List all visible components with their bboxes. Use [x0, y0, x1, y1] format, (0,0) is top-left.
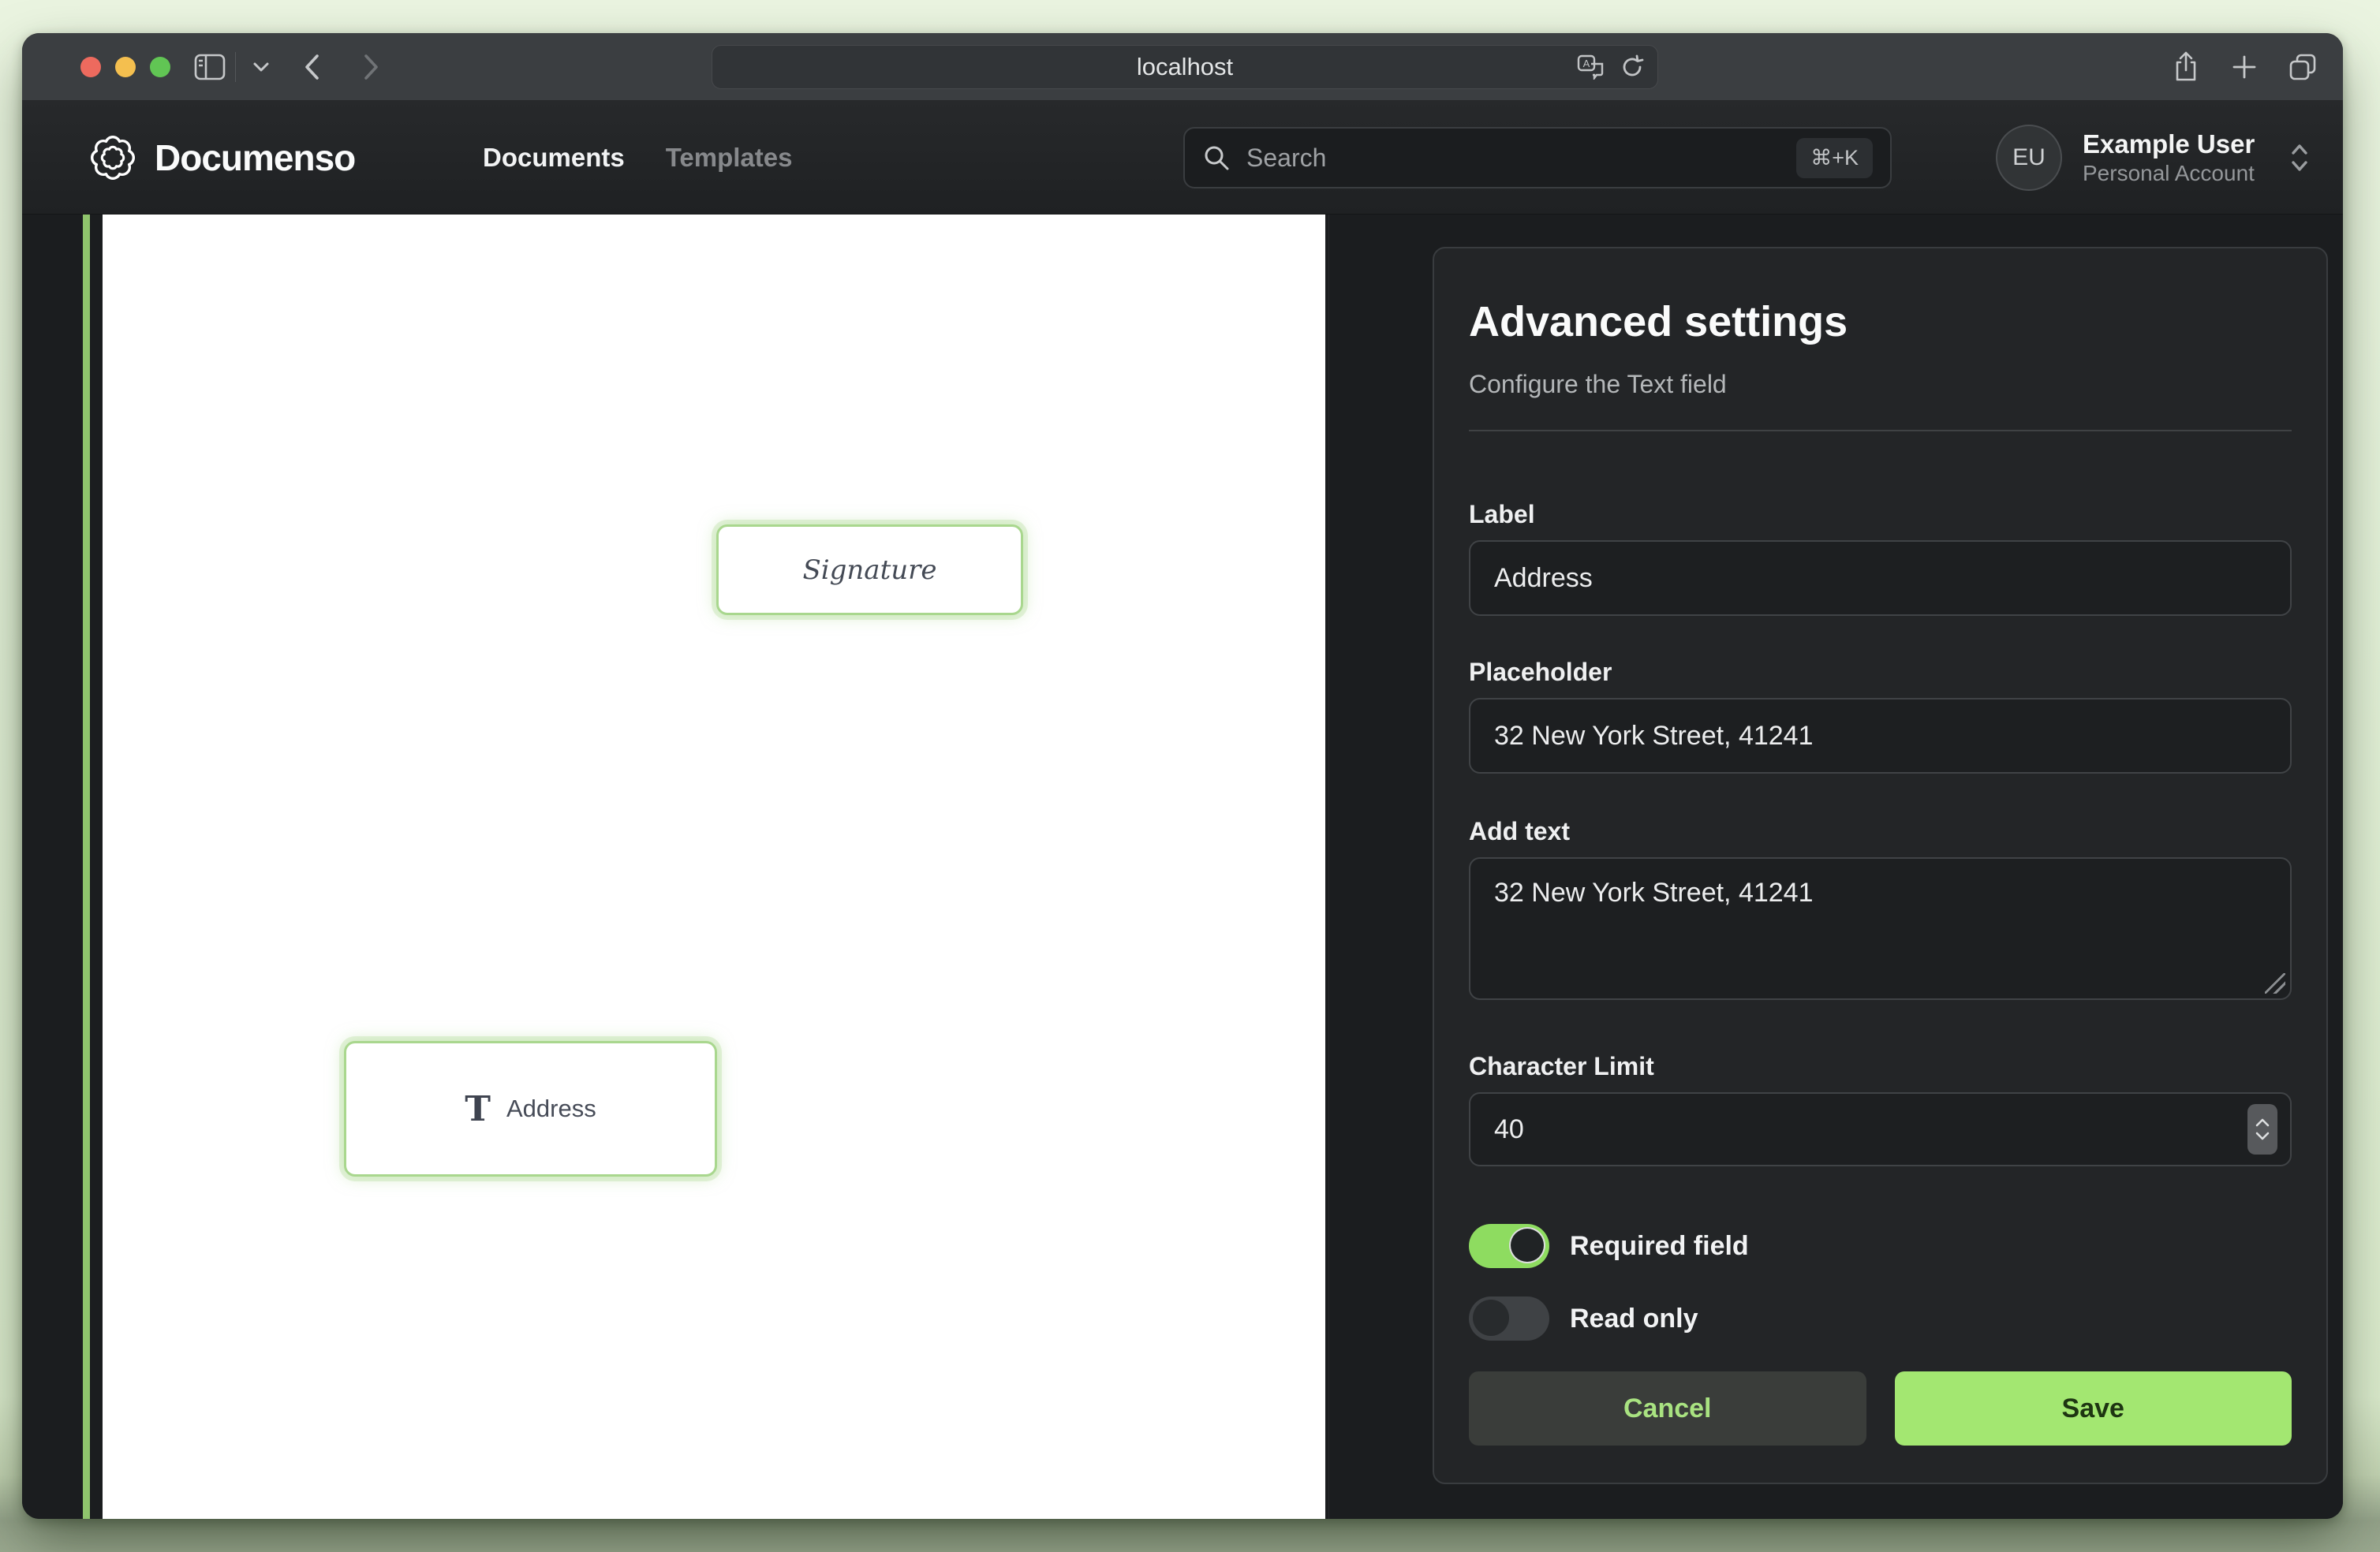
user-account-type: Personal Account [2083, 160, 2255, 187]
label-input[interactable] [1469, 540, 2292, 616]
nav-templates[interactable]: Templates [666, 143, 793, 173]
forward-button-icon[interactable] [363, 53, 380, 81]
tab-overview-icon[interactable] [2288, 52, 2318, 82]
page-indicator-bar [83, 215, 90, 1519]
signature-field-label: Signature [802, 554, 936, 586]
required-field-toggle[interactable] [1469, 1224, 1549, 1268]
read-only-row: Read only [1469, 1296, 2292, 1341]
add-text-textarea[interactable]: 32 New York Street, 41241 [1469, 857, 2292, 1000]
search-input[interactable] [1246, 144, 1780, 173]
traffic-lights [80, 57, 170, 77]
read-only-label: Read only [1570, 1304, 1698, 1334]
brand-name: Documenso [155, 136, 355, 179]
account-menu[interactable]: EU Example User Personal Account [1996, 101, 2311, 214]
avatar-initials: EU [2012, 144, 2046, 171]
avatar: EU [1996, 125, 2062, 191]
browser-titlebar: localhost A [22, 33, 2343, 101]
address-field-label: Address [506, 1095, 596, 1123]
advanced-settings-panel: Advanced settings Configure the Text fie… [1433, 247, 2328, 1484]
panel-subtitle: Configure the Text field [1469, 370, 2292, 398]
panel-title: Advanced settings [1469, 297, 2292, 346]
text-field-icon: T [465, 1089, 491, 1129]
browser-window: localhost A [22, 33, 2343, 1519]
cancel-button[interactable]: Cancel [1469, 1371, 1866, 1446]
panel-divider [1469, 430, 2292, 431]
close-window-button[interactable] [80, 57, 101, 77]
search-shortcut-badge: ⌘+K [1796, 138, 1873, 178]
character-limit-field-label: Character Limit [1469, 1051, 2292, 1081]
toggle-knob [1473, 1300, 1509, 1336]
zoom-window-button[interactable] [150, 57, 170, 77]
address-text-field[interactable]: T Address [344, 1041, 717, 1177]
label-field-label: Label [1469, 499, 2292, 529]
toggle-knob [1509, 1227, 1545, 1263]
app-header: Documenso Documents Templates ⌘+K EU Exa… [22, 101, 2343, 215]
sidebar-toggle-icon[interactable] [194, 54, 226, 80]
translate-icon[interactable]: A [1577, 54, 1605, 80]
number-stepper[interactable] [2247, 1104, 2277, 1155]
add-text-field-label: Add text [1469, 816, 2292, 846]
required-field-row: Required field [1469, 1224, 2292, 1268]
main-content: Signature T Address Advanced settings Co… [22, 215, 2343, 1519]
back-button-icon[interactable] [303, 53, 320, 81]
character-limit-input[interactable] [1469, 1092, 2292, 1166]
placeholder-field-label: Placeholder [1469, 657, 2292, 687]
placeholder-input[interactable] [1469, 698, 2292, 774]
document-page[interactable] [103, 215, 1325, 1519]
required-field-label: Required field [1570, 1231, 1749, 1262]
documenso-logo-icon [88, 133, 137, 182]
titlebar-divider [235, 52, 236, 82]
sidebar-chevron-down-icon[interactable] [252, 62, 270, 73]
read-only-toggle[interactable] [1469, 1296, 1549, 1341]
reload-icon[interactable] [1620, 54, 1645, 80]
search-icon [1202, 144, 1231, 172]
stepper-up-icon [2255, 1118, 2270, 1127]
user-name: Example User [2083, 129, 2255, 160]
signature-field[interactable]: Signature [716, 524, 1023, 615]
address-bar-url: localhost [1137, 53, 1233, 81]
minimize-window-button[interactable] [115, 57, 136, 77]
global-search[interactable]: ⌘+K [1183, 127, 1892, 188]
new-tab-icon[interactable] [2231, 54, 2258, 80]
save-button[interactable]: Save [1895, 1371, 2292, 1446]
brand[interactable]: Documenso [88, 101, 355, 214]
nav-documents[interactable]: Documents [483, 143, 625, 173]
share-icon[interactable] [2173, 51, 2199, 83]
account-chevrons-icon [2288, 140, 2311, 175]
stepper-down-icon [2255, 1132, 2270, 1140]
panel-actions: Cancel Save [1469, 1371, 2292, 1446]
main-nav: Documents Templates [483, 101, 792, 214]
address-bar[interactable]: localhost A [712, 45, 1658, 89]
svg-text:A: A [1583, 58, 1590, 69]
